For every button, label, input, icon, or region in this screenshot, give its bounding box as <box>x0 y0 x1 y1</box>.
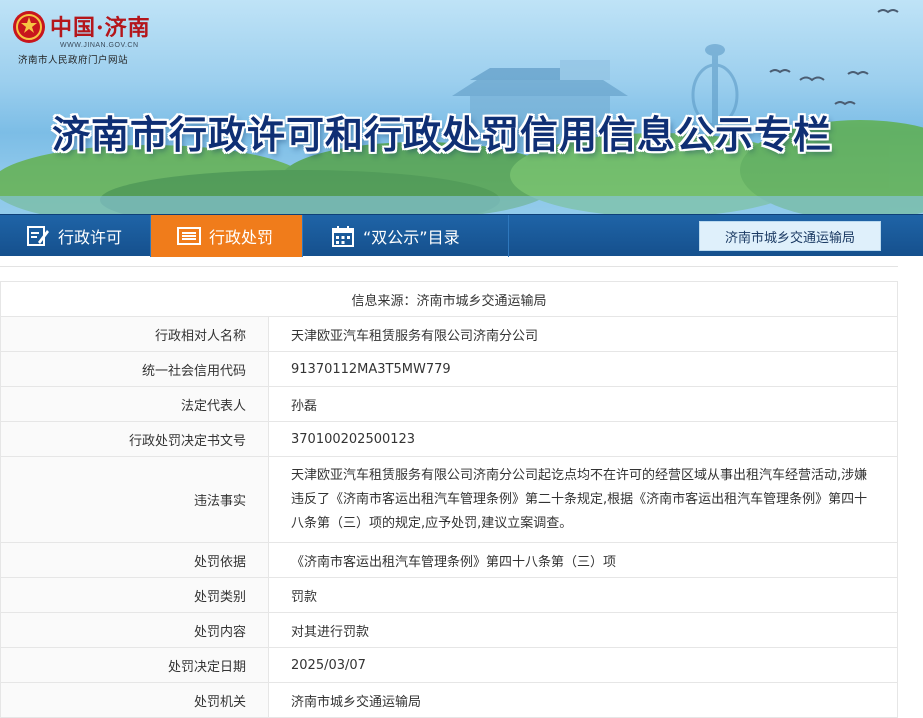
table-row: 处罚类别 罚款 <box>0 577 898 613</box>
page-title: 济南市行政许可和行政处罚信用信息公示专栏 <box>52 113 833 157</box>
national-emblem-icon <box>13 11 45 43</box>
section-divider <box>0 266 898 267</box>
table-row: 统一社会信用代码 91370112MA3T5MW779 <box>0 351 898 387</box>
table-row: 行政处罚决定书文号 370100202500123 <box>0 421 898 457</box>
list-icon <box>177 227 201 245</box>
penalty-record-table: 信息来源：济南市城乡交通运输局 行政相对人名称 天津欧亚汽车租赁服务有限公司济南… <box>0 281 898 718</box>
site-name: 中国·济南 <box>50 15 151 41</box>
field-value: 天津欧亚汽车租赁服务有限公司济南分公司起讫点均不在许可的经营区域从事出租汽车经营… <box>268 456 898 543</box>
site-url: WWW.JINAN.GOV.CN <box>60 42 139 49</box>
field-label: 处罚决定日期 <box>0 647 269 683</box>
department-button[interactable]: 济南市城乡交通运输局 <box>699 221 881 251</box>
field-label: 处罚机关 <box>0 682 269 718</box>
field-label: 处罚依据 <box>0 542 269 578</box>
table-row: 处罚内容 对其进行罚款 <box>0 612 898 648</box>
nav-item-catalog[interactable]: “双公示”目录 <box>303 215 508 257</box>
main-nav: 行政许可 行政处罚 “双公示”目录 济南市城乡交通运输局 <box>0 214 923 257</box>
field-value: 2025/03/07 <box>268 647 898 683</box>
info-source-row: 信息来源：济南市城乡交通运输局 <box>0 281 898 317</box>
field-label: 行政相对人名称 <box>0 316 269 352</box>
table-row: 处罚决定日期 2025/03/07 <box>0 647 898 683</box>
field-value: 济南市城乡交通运输局 <box>268 682 898 718</box>
table-row: 违法事实 天津欧亚汽车租赁服务有限公司济南分公司起讫点均不在许可的经营区域从事出… <box>0 456 898 543</box>
field-label: 处罚类别 <box>0 577 269 613</box>
table-row: 处罚机关 济南市城乡交通运输局 <box>0 682 898 718</box>
field-value: 天津欧亚汽车租赁服务有限公司济南分公司 <box>268 316 898 352</box>
field-value: 《济南市客运出租汽车管理条例》第四十八条第（三）项 <box>268 542 898 578</box>
site-subtitle: 济南市人民政府门户网站 <box>18 55 129 66</box>
field-label: 行政处罚决定书文号 <box>0 421 269 457</box>
site-logo[interactable]: 中国·济南 WWW.JINAN.GOV.CN 济南市人民政府门户网站 <box>12 8 172 66</box>
nav-item-permit[interactable]: 行政许可 <box>0 215 150 257</box>
nav-divider <box>508 215 509 257</box>
field-label: 处罚内容 <box>0 612 269 648</box>
table-row: 处罚依据 《济南市客运出租汽车管理条例》第四十八条第（三）项 <box>0 542 898 578</box>
nav-item-label: “双公示”目录 <box>363 228 460 247</box>
nav-item-label: 行政处罚 <box>209 228 274 247</box>
info-source: 信息来源：济南市城乡交通运输局 <box>0 281 898 317</box>
field-label: 统一社会信用代码 <box>0 351 269 387</box>
table-row: 法定代表人 孙磊 <box>0 386 898 422</box>
table-row: 行政相对人名称 天津欧亚汽车租赁服务有限公司济南分公司 <box>0 316 898 352</box>
nav-item-label: 行政许可 <box>58 228 123 247</box>
field-label: 法定代表人 <box>0 386 269 422</box>
document-edit-icon <box>27 226 49 246</box>
field-value: 91370112MA3T5MW779 <box>268 351 898 387</box>
field-label: 违法事实 <box>0 456 269 543</box>
header-banner: 中国·济南 WWW.JINAN.GOV.CN 济南市人民政府门户网站 济南市行政… <box>0 0 923 214</box>
field-value: 对其进行罚款 <box>268 612 898 648</box>
field-value: 孙磊 <box>268 386 898 422</box>
nav-item-penalty[interactable]: 行政处罚 <box>151 215 302 257</box>
field-value: 370100202500123 <box>268 421 898 457</box>
field-value: 罚款 <box>268 577 898 613</box>
calendar-icon <box>332 226 354 247</box>
